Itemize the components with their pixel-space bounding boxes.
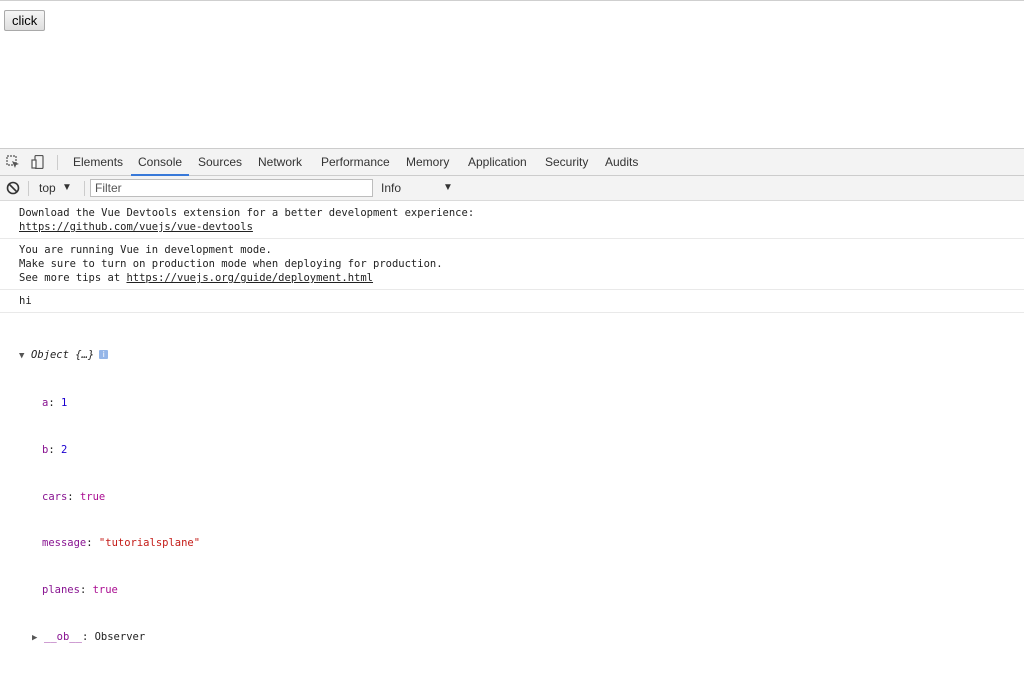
- object-property: cars: true: [42, 490, 106, 503]
- device-toolbar-icon[interactable]: [31, 155, 45, 169]
- click-button[interactable]: click: [4, 10, 46, 31]
- message-text: Make sure to turn on production mode whe…: [19, 258, 443, 270]
- console-toolbar: top ▼ Info ▼: [0, 176, 1024, 201]
- inspect-element-icon[interactable]: [6, 155, 20, 169]
- object-property: b: 2: [42, 443, 68, 456]
- tab-elements[interactable]: Elements: [72, 149, 124, 175]
- devtools-panel: Elements Console Sources Network Perform…: [0, 148, 1024, 643]
- tab-performance[interactable]: Performance: [320, 149, 391, 175]
- context-selector[interactable]: top: [39, 176, 56, 200]
- tab-security[interactable]: Security: [544, 149, 589, 175]
- tab-memory[interactable]: Memory: [405, 149, 450, 175]
- toolbar-separator: [84, 181, 85, 196]
- vue-devtools-link[interactable]: https://github.com/vuejs/vue-devtools: [19, 221, 253, 233]
- collapse-triangle-icon[interactable]: ▼: [19, 349, 31, 365]
- property-key: cars: [42, 490, 68, 503]
- object-title: Object {…}: [31, 349, 95, 362]
- property-value: true: [79, 490, 106, 503]
- tab-network[interactable]: Network: [257, 149, 303, 175]
- tab-console[interactable]: Console: [130, 149, 190, 176]
- context-dropdown-icon[interactable]: ▼: [62, 176, 72, 200]
- tab-sources[interactable]: Sources: [197, 149, 243, 175]
- message-text: hi: [19, 295, 32, 307]
- deployment-guide-link[interactable]: https://vuejs.org/guide/deployment.html: [126, 272, 373, 284]
- expand-triangle-icon[interactable]: ▶: [32, 631, 44, 647]
- console-messages: Download the Vue Devtools extension for …: [0, 201, 1024, 678]
- clear-console-icon[interactable]: [6, 181, 20, 195]
- property-key: __ob__: [44, 630, 82, 643]
- property-key: planes: [42, 584, 80, 597]
- message-text: See more tips at: [19, 272, 127, 284]
- object-tree: ▼ Object {…} i a: 1 b: 2 cars: true messag…: [0, 313, 1024, 678]
- console-message: hi: [0, 290, 1024, 313]
- page-viewport: click: [0, 0, 1024, 148]
- object-property: message: "tutorialsplane": [42, 537, 201, 550]
- property-value: 1: [60, 396, 68, 409]
- object-property: planes: true: [42, 584, 118, 597]
- message-text: You are running Vue in development mode.: [19, 244, 272, 256]
- property-value: 2: [60, 443, 68, 456]
- property-value: true: [92, 584, 118, 597]
- object-property: ▶ __ob__: Observer: [19, 630, 1024, 647]
- console-message: Download the Vue Devtools extension for …: [0, 201, 1024, 239]
- object-property: a: 1: [42, 396, 68, 409]
- property-value: Observer: [94, 630, 146, 643]
- devtools-tabbar: Elements Console Sources Network Perform…: [0, 149, 1024, 176]
- tab-audits[interactable]: Audits: [604, 149, 639, 175]
- object-header[interactable]: ▼ Object {…} i: [19, 348, 1024, 365]
- console-message: You are running Vue in development mode.…: [0, 239, 1024, 290]
- message-text: Download the Vue Devtools extension for …: [19, 207, 475, 219]
- toolbar-separator: [28, 181, 29, 196]
- filter-input[interactable]: [90, 179, 373, 197]
- info-icon[interactable]: i: [99, 350, 109, 360]
- tabbar-separator: [57, 155, 58, 170]
- property-value: "tutorialsplane": [98, 537, 201, 550]
- tab-application[interactable]: Application: [467, 149, 528, 175]
- log-level-selector[interactable]: Info: [381, 176, 401, 200]
- log-level-dropdown-icon[interactable]: ▼: [443, 176, 453, 200]
- property-key: message: [42, 537, 87, 550]
